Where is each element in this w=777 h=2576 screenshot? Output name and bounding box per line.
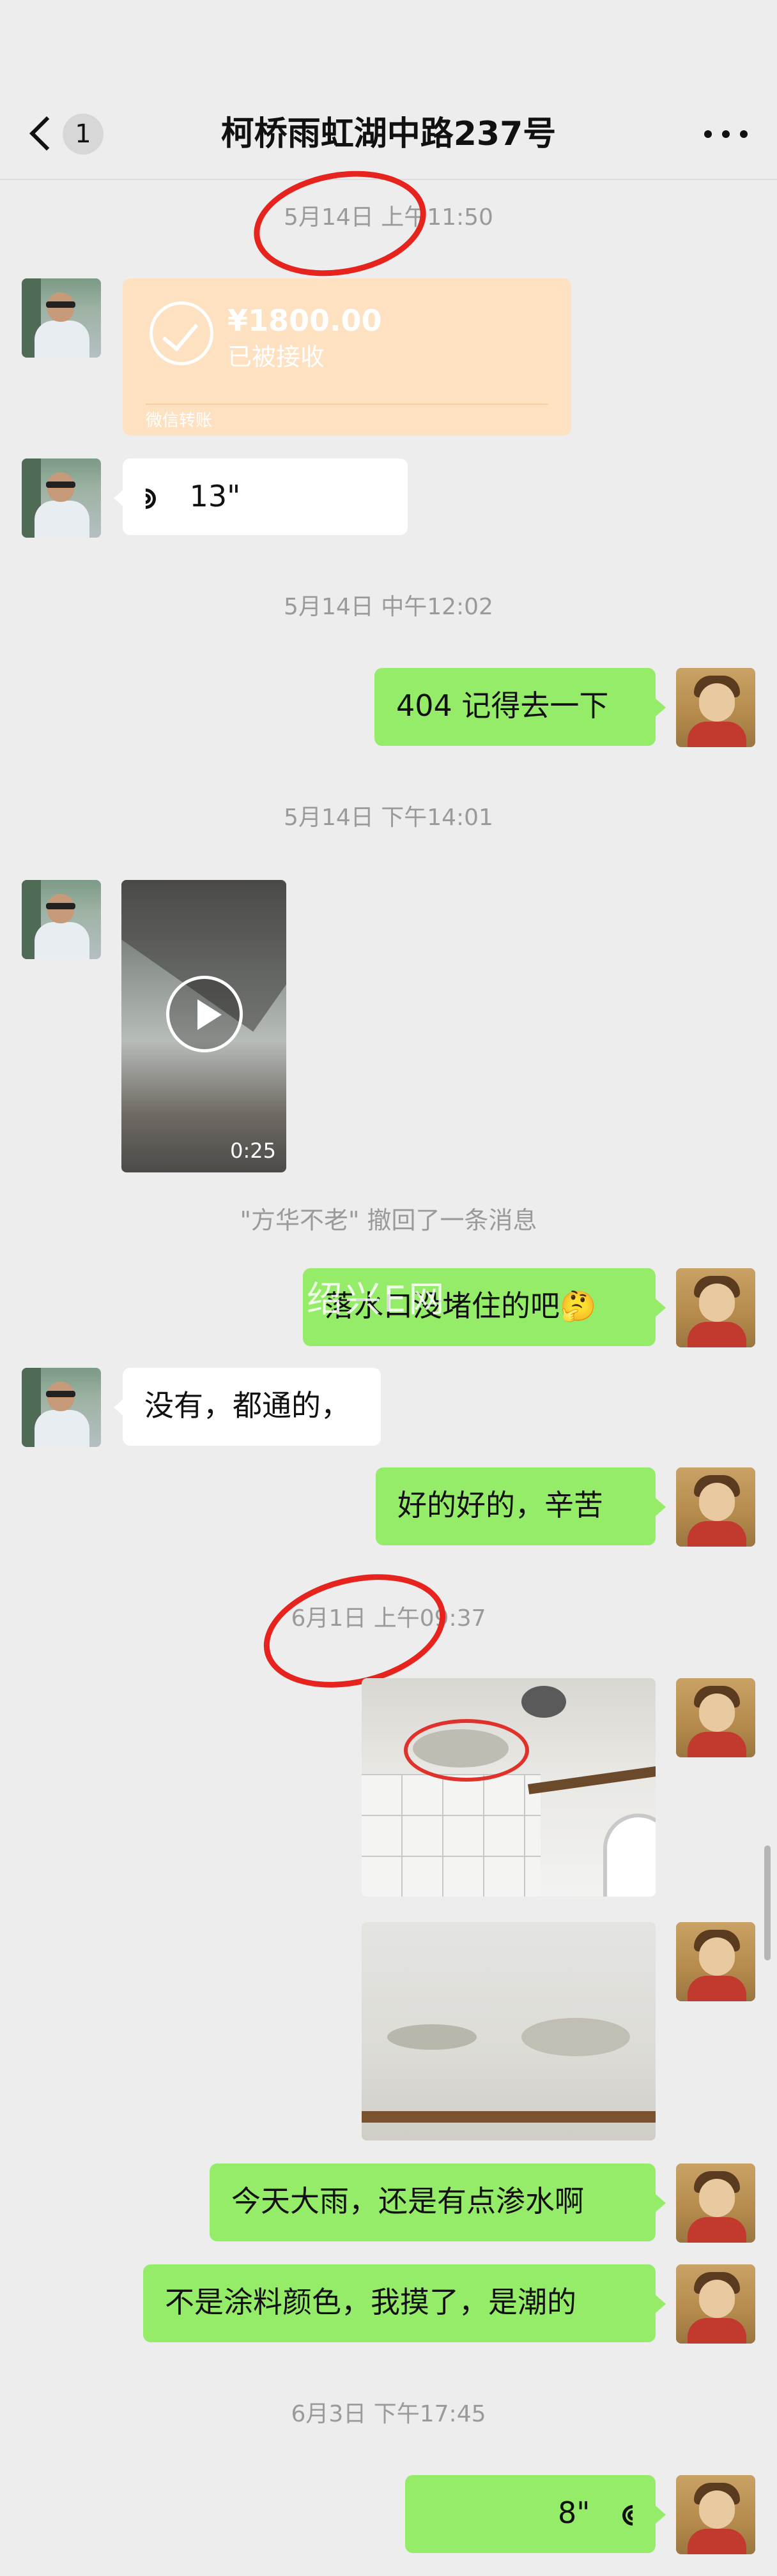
message-bubble[interactable]: 404 记得去一下 — [374, 668, 656, 746]
voice-message[interactable]: 13" — [123, 458, 408, 535]
photo-message[interactable] — [362, 1922, 656, 2140]
transfer-amount: ¥1800.00 — [227, 303, 382, 338]
back-chevron-icon — [29, 116, 64, 151]
photo-message[interactable] — [362, 1678, 656, 1897]
recall-notice: "方华不老" 撤回了一条消息 — [240, 1206, 537, 1234]
my-avatar[interactable] — [676, 1268, 755, 1347]
my-avatar[interactable] — [676, 2163, 755, 2243]
transfer-footer: 微信转账 — [146, 411, 213, 430]
transfer-card[interactable]: ¥1800.00 已被接收 微信转账 — [123, 278, 571, 436]
message-bubble[interactable]: 不是涂料颜色，我摸了，是潮的 — [143, 2264, 656, 2342]
contact-avatar[interactable] — [22, 1368, 101, 1447]
voice-icon — [131, 483, 170, 515]
back-button[interactable]: 1 — [26, 109, 109, 160]
voice-duration: 13" — [189, 479, 241, 513]
video-duration: 0:25 — [230, 1139, 276, 1163]
transfer-status: 已被接收 — [227, 343, 325, 371]
voice-message[interactable]: 8" — [405, 2475, 656, 2553]
more-icon[interactable] — [700, 121, 751, 147]
chat-header: 1 柯桥雨虹湖中路237号 — [0, 0, 777, 180]
check-icon — [150, 301, 213, 365]
my-avatar[interactable] — [676, 1678, 755, 1757]
my-avatar[interactable] — [676, 1467, 755, 1547]
voice-icon — [608, 2499, 647, 2531]
my-avatar[interactable] — [676, 668, 755, 747]
timestamp: 5月14日 中午12:02 — [284, 594, 493, 620]
message-bubble[interactable]: 今天大雨，还是有点渗水啊 — [210, 2163, 656, 2241]
message-bubble[interactable]: 没有，都通的， — [123, 1368, 381, 1446]
my-avatar[interactable] — [676, 2475, 755, 2554]
contact-avatar[interactable] — [22, 458, 101, 538]
contact-avatar[interactable] — [22, 880, 101, 959]
video-message[interactable]: 0:25 — [121, 880, 286, 1172]
my-avatar[interactable] — [676, 2264, 755, 2344]
voice-duration: 8" — [557, 2496, 590, 2530]
my-avatar[interactable] — [676, 1922, 755, 2001]
timestamp: 6月3日 下午17:45 — [291, 2401, 486, 2427]
message-bubble[interactable]: 好的好的，辛苦 — [376, 1467, 656, 1545]
contact-avatar[interactable] — [22, 278, 101, 358]
timestamp: 5月14日 下午14:01 — [284, 805, 493, 831]
unread-count-badge: 1 — [63, 114, 104, 155]
watermark: 绍兴E网 — [307, 1279, 447, 1321]
scrollbar[interactable] — [764, 1845, 771, 1960]
play-icon[interactable] — [166, 976, 243, 1052]
chat-title: 柯桥雨虹湖中路237号 — [220, 115, 557, 153]
